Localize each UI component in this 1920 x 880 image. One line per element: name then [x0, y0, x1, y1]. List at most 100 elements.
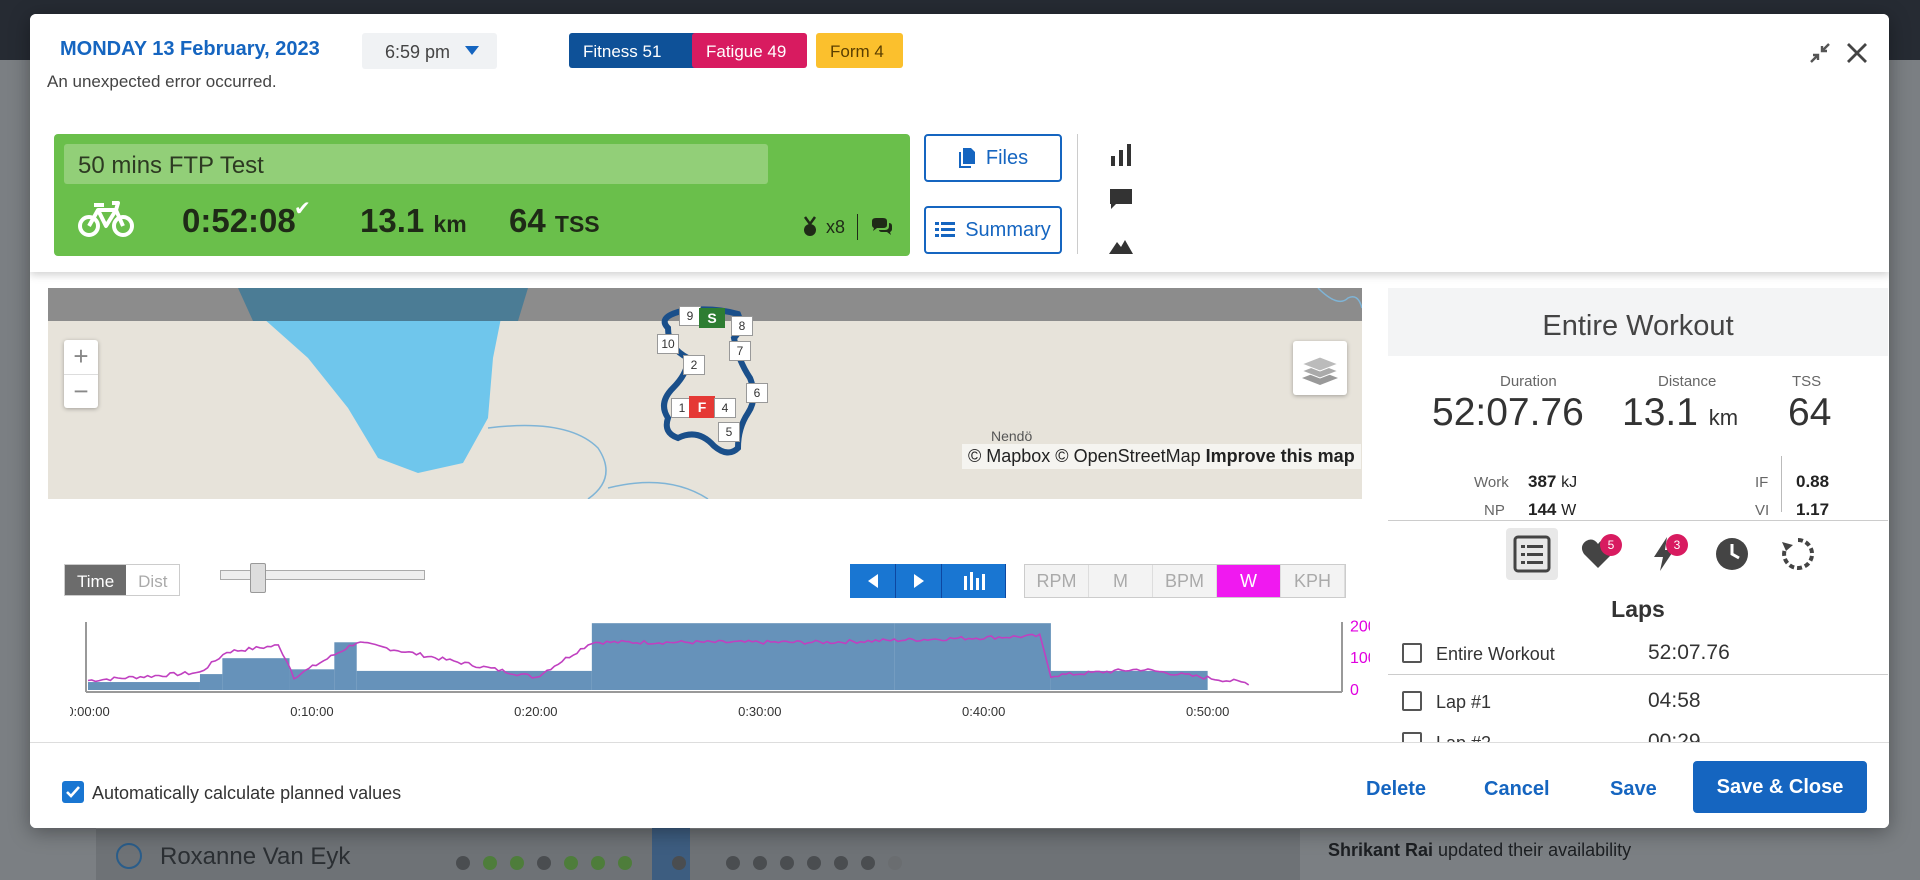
athlete-row[interactable]: Roxanne Van Eyk	[96, 828, 1300, 880]
unit-bpm[interactable]: BPM	[1153, 565, 1217, 597]
distance-value: 13.1 km	[1622, 391, 1739, 434]
start-flag[interactable]: S	[699, 308, 725, 328]
lap-row[interactable]: Lap #1 04:58	[1388, 688, 1888, 718]
chart-icon[interactable]	[1108, 142, 1134, 168]
files-icon	[958, 148, 975, 168]
chevron-down-icon	[465, 46, 479, 55]
list-icon	[1513, 535, 1551, 573]
lap-marker[interactable]: 7	[729, 341, 751, 361]
finish-flag[interactable]: F	[689, 396, 715, 418]
layers-button[interactable]	[1293, 341, 1347, 395]
time-dropdown[interactable]: 6:59 pm	[362, 33, 497, 69]
elevation-icon[interactable]	[1108, 232, 1134, 258]
lap-name: Lap #1	[1436, 692, 1492, 712]
map-attribution: © Mapbox © OpenStreetMap Improve this ma…	[962, 444, 1361, 469]
next-button[interactable]	[896, 564, 942, 598]
save-button[interactable]: Save	[1610, 778, 1657, 801]
power-count-badge: 3	[1666, 534, 1688, 556]
completed-check-icon: ✔	[294, 198, 311, 220]
comments-icon[interactable]	[870, 217, 894, 237]
if-value: 0.88	[1796, 472, 1830, 491]
lap-marker[interactable]: 4	[714, 398, 736, 418]
activity-feed: Shrikant Rai updated their availability	[1310, 820, 1920, 880]
vi-label: VI	[1755, 502, 1770, 519]
planned-bar	[88, 682, 200, 690]
lap-marker[interactable]: 9	[679, 306, 701, 326]
next-icon	[913, 574, 924, 588]
workout-modal: MONDAY 13 February, 2023 An unexpected e…	[30, 14, 1889, 828]
lap-marker[interactable]: 8	[731, 316, 753, 336]
medal-icon	[803, 216, 817, 236]
laps-tab[interactable]	[1506, 528, 1558, 580]
time-tab[interactable]	[1706, 528, 1758, 580]
prev-icon	[867, 574, 878, 588]
laps-title: Laps	[1611, 596, 1665, 622]
fatigue-badge: Fatigue 49	[692, 33, 807, 68]
comment-icon[interactable]	[1108, 186, 1134, 212]
unit-kph[interactable]: KPH	[1281, 565, 1345, 597]
laps-divider	[1388, 674, 1888, 675]
chart-nav	[850, 564, 1006, 598]
zoom-out-button[interactable]: −	[64, 374, 98, 408]
duration-value: 52:07.76	[1432, 391, 1584, 434]
cadence-tab[interactable]	[1772, 528, 1824, 580]
summary-panel: Entire Workout Duration 52:07.76 Distanc…	[1388, 288, 1888, 758]
improve-map-link[interactable]: Improve this map	[1206, 446, 1355, 466]
power-tab[interactable]: 3	[1638, 528, 1690, 580]
zoom-in-button[interactable]: +	[64, 340, 98, 374]
lap-checkbox[interactable]	[1402, 691, 1422, 711]
unit-rpm[interactable]: RPM	[1025, 565, 1089, 597]
workout-date[interactable]: MONDAY 13 February, 2023	[60, 38, 320, 61]
lap-checkbox[interactable]	[1402, 643, 1422, 663]
planned-bar	[199, 674, 223, 690]
close-icon[interactable]	[1844, 40, 1870, 66]
files-button[interactable]: Files	[924, 134, 1062, 182]
planned-bar	[289, 669, 335, 690]
unit-w[interactable]: W	[1217, 565, 1281, 597]
planned-bar	[222, 658, 290, 690]
list-icon	[935, 222, 956, 237]
y-tick-label: 0	[1350, 682, 1359, 699]
save-close-button[interactable]: Save & Close	[1693, 761, 1867, 813]
lap-marker[interactable]: 10	[657, 334, 679, 354]
np-value: 144 W	[1528, 500, 1577, 519]
prev-button[interactable]	[850, 564, 896, 598]
heart-rate-tab[interactable]: 5	[1572, 528, 1624, 580]
duration-label: Duration	[1500, 373, 1557, 390]
files-label: Files	[985, 146, 1029, 169]
auto-calc-checkbox[interactable]	[62, 781, 84, 803]
x-tick-label: 0:00:00	[70, 704, 110, 719]
y-tick-label: 100	[1350, 650, 1370, 667]
route-map[interactable]: + − 9 S 8 10 7 2 6 1 F 4 5 Nendö © Mapbo…	[48, 288, 1362, 499]
planned-bar	[356, 670, 592, 690]
workout-title[interactable]: 50 mins FTP Test	[64, 144, 768, 184]
dist-toggle[interactable]: Dist	[126, 565, 179, 595]
bar-chart-button[interactable]	[942, 564, 1006, 598]
vi-value: 1.17	[1796, 500, 1830, 519]
modal-footer: Automatically calculate planned values D…	[30, 742, 1889, 828]
collapse-icon[interactable]	[1807, 40, 1833, 66]
y-tick-label: 200	[1350, 618, 1370, 635]
delete-button[interactable]: Delete	[1366, 778, 1426, 801]
time-toggle[interactable]: Time	[65, 565, 127, 595]
zoom-slider-handle[interactable]	[250, 563, 266, 593]
work-value: 387 kJ	[1528, 472, 1578, 491]
lap-marker[interactable]: 5	[718, 422, 740, 442]
tss-value: 64	[1788, 391, 1832, 434]
workout-tss: 64 TSS	[509, 202, 600, 239]
cancel-button[interactable]: Cancel	[1484, 778, 1550, 801]
day-dots	[456, 856, 902, 870]
refresh-icon	[1782, 537, 1815, 570]
unit-m[interactable]: M	[1089, 565, 1153, 597]
summary-title: Entire Workout	[1388, 288, 1888, 356]
summary-button[interactable]: Summary	[924, 206, 1062, 254]
layers-icon	[1300, 356, 1340, 385]
x-tick-label: 0:50:00	[1186, 704, 1229, 719]
lap-marker[interactable]: 6	[746, 383, 768, 403]
power-chart[interactable]: 0:00:00 0:10:00 0:20:00 0:30:00 0:40:00 0:50:…	[70, 616, 1370, 736]
selected-day	[652, 828, 690, 880]
auto-calc-label[interactable]: Automatically calculate planned values	[92, 783, 401, 804]
lap-row[interactable]: Entire Workout 52:07.76	[1388, 640, 1888, 670]
lap-marker[interactable]: 2	[683, 355, 705, 375]
attribution-text: © Mapbox © OpenStreetMap	[968, 446, 1201, 466]
